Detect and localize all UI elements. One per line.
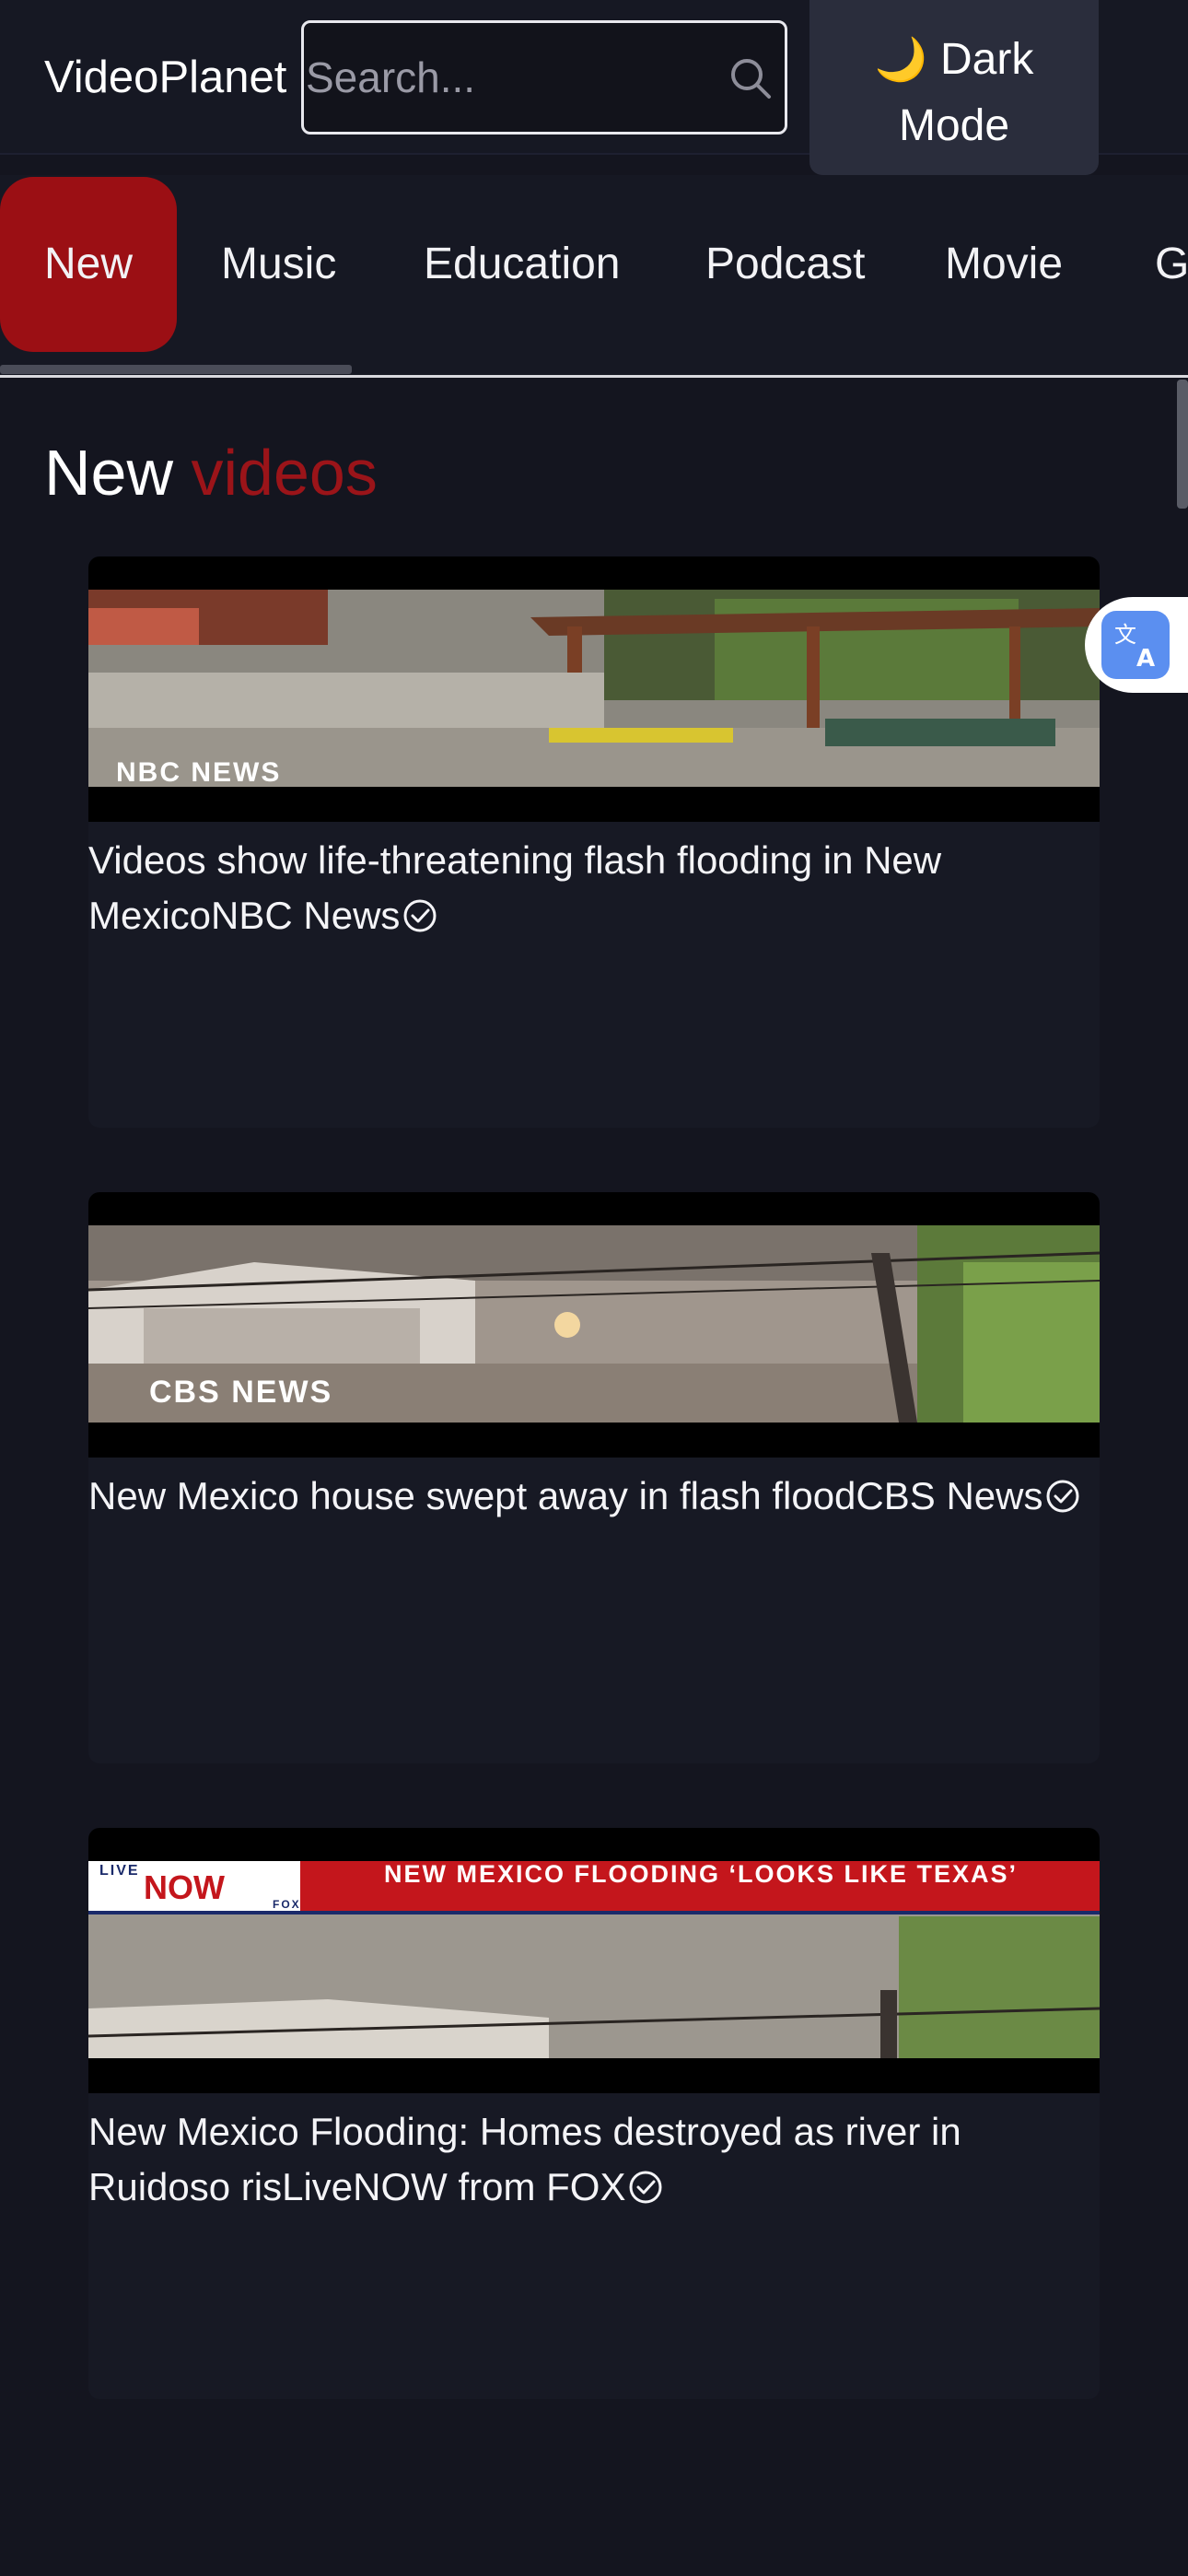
search-icon[interactable] <box>728 55 774 101</box>
live-badge-sub: FOX <box>273 1898 301 1911</box>
video-card[interactable]: LIVE NOW FOX NEW MEXICO FLOODING ‘LOOKS … <box>88 1828 1100 2399</box>
video-card[interactable]: NBC NEWS Videos show life-threatening fl… <box>88 556 1100 1128</box>
video-card[interactable]: CBS NEWS New Mexico house swept away in … <box>88 1192 1100 1763</box>
live-badge-top: LIVE <box>99 1863 140 1879</box>
tab-podcast[interactable]: Podcast <box>705 177 865 352</box>
dark-mode-label-1: Dark <box>939 35 1034 84</box>
verified-icon <box>629 2171 662 2204</box>
verified-icon <box>1046 1480 1079 1513</box>
section-title-main: New <box>44 437 174 509</box>
verified-icon <box>403 899 437 932</box>
dark-mode-button[interactable]: 🌙 Dark Mode <box>809 0 1099 175</box>
thumbnail-image <box>88 1861 1100 2058</box>
video-title[interactable]: New Mexico house swept away in flash flo… <box>88 1469 1100 1524</box>
svg-text:文: 文 <box>1114 622 1136 648</box>
video-thumbnail[interactable]: LIVE NOW FOX NEW MEXICO FLOODING ‘LOOKS … <box>88 1828 1100 2093</box>
live-badge-main: NOW <box>144 1868 225 1906</box>
tab-games[interactable]: Ga <box>1155 177 1188 352</box>
thumbnail-overlay: NBC NEWS <box>116 757 282 788</box>
search-box[interactable] <box>301 20 787 135</box>
channel-name[interactable]: NBC News <box>211 894 400 937</box>
tab-movie[interactable]: Movie <box>945 177 1063 352</box>
search-input[interactable] <box>306 23 711 132</box>
tab-education[interactable]: Education <box>424 177 621 352</box>
video-thumbnail[interactable]: CBS NEWS <box>88 1192 1100 1458</box>
thumbnail-overlay: CBS NEWS <box>149 1375 333 1410</box>
video-title[interactable]: New Mexico Flooding: Homes destroyed as … <box>88 2104 1100 2215</box>
moon-icon: 🌙 <box>874 35 927 83</box>
section-title: New videos <box>44 431 378 514</box>
tab-new[interactable]: New <box>0 177 177 352</box>
translate-icon: 文 A <box>1101 611 1170 679</box>
section-title-accent: videos <box>191 437 378 509</box>
thumbnail-overlay: NEW MEXICO FLOODING ‘LOOKS LIKE TEXAS’ <box>383 1860 1019 1888</box>
tabs-scrollbar[interactable] <box>0 365 352 374</box>
video-title[interactable]: Videos show life-threatening flash flood… <box>88 833 1100 943</box>
app-header: VideoPlanet 🌙Dark Mode <box>0 0 1188 175</box>
channel-name[interactable]: LiveNOW from FOX <box>282 2165 625 2208</box>
translate-button[interactable]: 文 A <box>1085 597 1188 693</box>
tab-music[interactable]: Music <box>221 177 336 352</box>
video-title-text: New Mexico house swept away in flash flo… <box>88 1474 856 1517</box>
dark-mode-label-2: Mode <box>898 101 1010 150</box>
svg-text:A: A <box>1136 645 1155 673</box>
app-logo[interactable]: VideoPlanet <box>44 48 286 107</box>
channel-name[interactable]: CBS News <box>856 1474 1042 1517</box>
category-tabs: New Music Education Podcast Movie Ga <box>0 175 1188 378</box>
video-thumbnail[interactable]: NBC NEWS <box>88 556 1100 822</box>
page-scrollbar[interactable] <box>1177 380 1188 509</box>
